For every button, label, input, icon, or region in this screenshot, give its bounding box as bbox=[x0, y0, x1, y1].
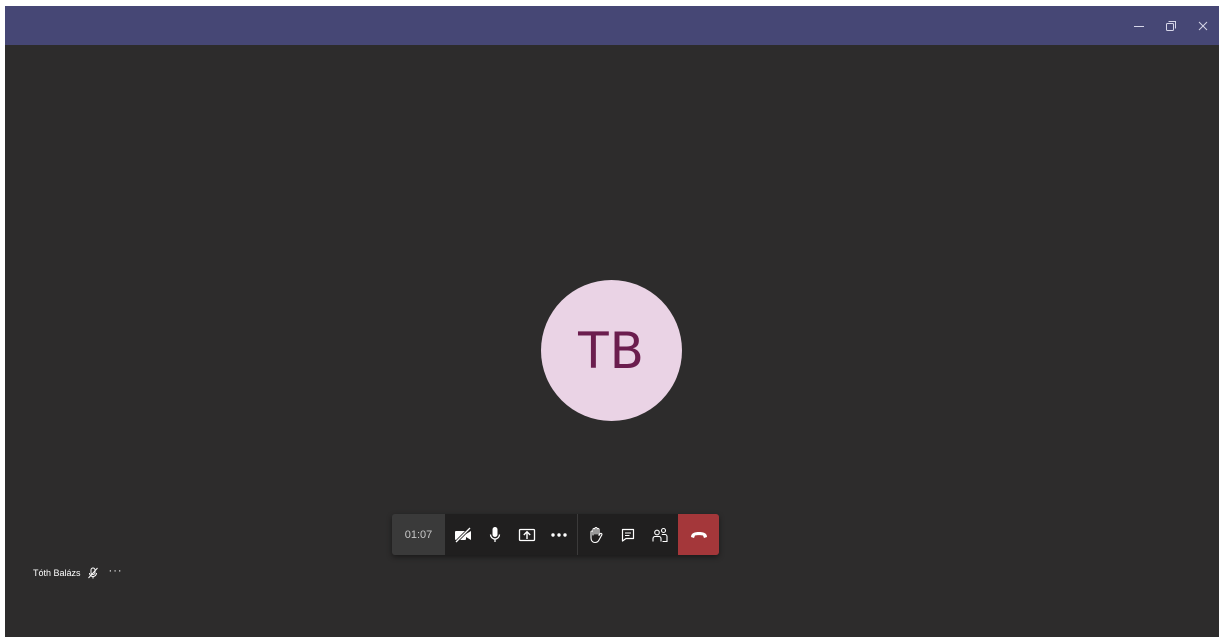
share-screen-icon bbox=[518, 528, 536, 541]
more-actions-button[interactable] bbox=[543, 514, 575, 555]
call-control-bar: 01:07 bbox=[392, 514, 719, 555]
participant-label: Tóth Balázs ··· bbox=[33, 566, 123, 579]
camera-toggle-button[interactable] bbox=[447, 514, 479, 555]
teams-call-window: TB 01:07 Tóth Balázs ··· bbox=[5, 6, 1219, 637]
avatar-initials: TB bbox=[578, 321, 645, 380]
restore-icon bbox=[1166, 20, 1176, 31]
participants-button[interactable] bbox=[644, 514, 676, 555]
window-controls bbox=[1123, 6, 1219, 45]
close-button[interactable] bbox=[1187, 6, 1219, 45]
more-actions-icon bbox=[551, 532, 567, 537]
call-timer: 01:07 bbox=[392, 514, 445, 555]
hang-up-icon bbox=[690, 531, 707, 538]
share-screen-button[interactable] bbox=[511, 514, 543, 555]
microphone-toggle-button[interactable] bbox=[479, 514, 511, 555]
chat-button[interactable] bbox=[612, 514, 644, 555]
raise-hand-icon bbox=[590, 526, 603, 543]
mic-muted-icon bbox=[87, 567, 98, 579]
restore-button[interactable] bbox=[1155, 6, 1187, 45]
camera-off-icon bbox=[454, 526, 472, 543]
call-stage: TB 01:07 Tóth Balázs ··· bbox=[5, 45, 1219, 637]
hang-up-button[interactable] bbox=[678, 514, 719, 555]
participant-name: Tóth Balázs bbox=[33, 568, 81, 578]
meeting-controls bbox=[578, 514, 678, 555]
minimize-icon bbox=[1134, 25, 1144, 27]
participant-avatar: TB bbox=[541, 280, 682, 421]
close-icon bbox=[1198, 21, 1208, 30]
raise-hand-button[interactable] bbox=[580, 514, 612, 555]
chat-icon bbox=[621, 528, 635, 542]
microphone-icon bbox=[489, 526, 501, 542]
title-bar bbox=[5, 6, 1219, 45]
participant-more-options[interactable]: ··· bbox=[109, 566, 123, 579]
participants-icon bbox=[652, 527, 668, 542]
media-controls bbox=[445, 514, 577, 555]
minimize-button[interactable] bbox=[1123, 6, 1155, 45]
